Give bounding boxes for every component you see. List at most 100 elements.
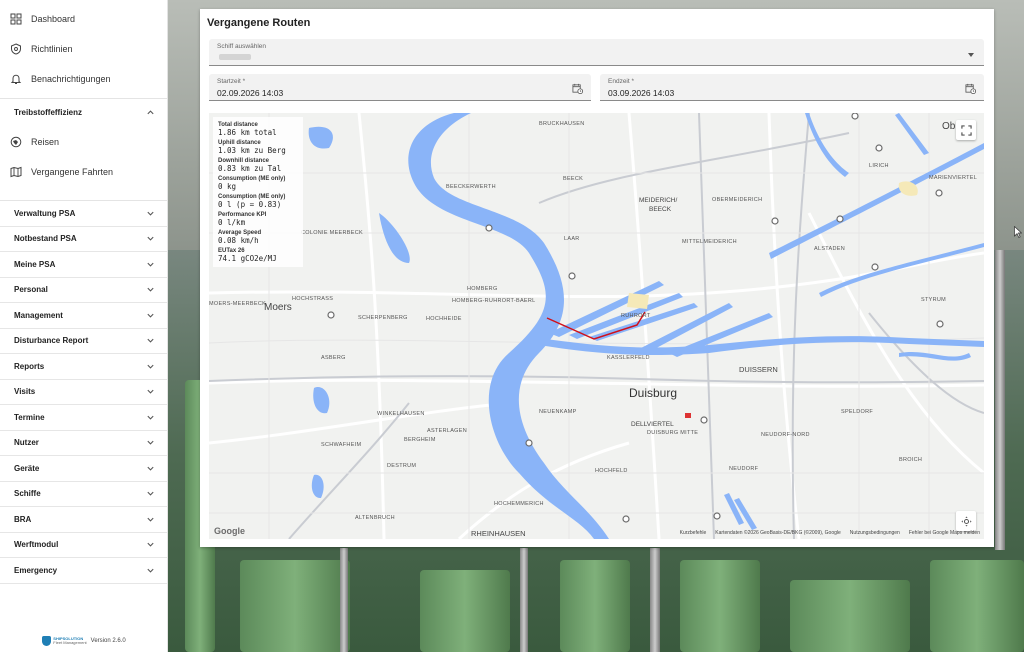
town-meiderich: MEIDERICH/	[639, 197, 678, 204]
sidebar-item-label: Richtlinien	[31, 44, 73, 54]
sidebar-group-nutzer[interactable]: Nutzer	[0, 431, 167, 456]
map-data-credit: Kartendaten ©2026 GeoBasis-DE/BKG (©2009…	[715, 530, 841, 536]
sidebar-group-label: Schiffe	[14, 489, 41, 499]
sidebar-group-reports[interactable]: Reports	[0, 354, 167, 380]
map-icon	[10, 166, 22, 178]
sidebar-group-label: Geräte	[14, 463, 40, 473]
chevron-down-icon	[147, 492, 154, 496]
chevron-down-icon	[147, 441, 154, 445]
sidebar-item-label: Dashboard	[31, 14, 76, 24]
stat-value: 1.03 km zu Berg	[218, 146, 286, 155]
town-moers: Moers	[264, 302, 292, 313]
sidebar-group-label: Nutzer	[14, 438, 39, 448]
map-place-label: BEECKERWERTH	[446, 184, 496, 190]
travel-icon	[10, 136, 22, 148]
stat-value: 0 l/km	[218, 218, 246, 227]
town-duissern: DUISSERN	[739, 365, 778, 374]
sidebar-group-label: Werftmodul	[14, 540, 59, 550]
map-place-label: ASBERG	[321, 355, 346, 361]
town-ob: Ob	[942, 121, 956, 132]
town-rheinhausen: RHEINHAUSEN	[471, 529, 526, 538]
chevron-down-icon	[147, 313, 154, 318]
map-place-label: LAAR	[564, 236, 580, 242]
sidebar-item-dashboard[interactable]: Dashboard	[0, 4, 167, 34]
chevron-up-icon	[147, 109, 154, 114]
fullscreen-button[interactable]	[956, 120, 976, 140]
stat-value: 0 kg	[218, 182, 237, 191]
camera-control-icon	[960, 515, 972, 527]
map-place-label: WINKELHAUSEN	[377, 411, 425, 417]
sidebar-groups: Verwaltung PSA Notbestand PSA Meine PSA Per…	[0, 201, 167, 584]
map-place-label: HOCHFELD	[595, 468, 628, 474]
map-attribution: Kurzbefehle Kartendaten ©2026 GeoBasis-D…	[680, 530, 980, 536]
sidebar-group-meine-psa[interactable]: Meine PSA	[0, 252, 167, 278]
map-place-label: STYRUM	[921, 297, 947, 303]
ship-select-value	[219, 54, 251, 60]
map-place-label: BEECK	[563, 176, 584, 182]
start-time-value: 02.09.2026 14:03	[217, 88, 284, 98]
town-beeck: BEECK	[649, 206, 672, 213]
chevron-down-icon	[147, 288, 154, 292]
sidebar-group-termine[interactable]: Termine	[0, 405, 167, 431]
stat-value: 0 l (p = 0.83)	[218, 200, 282, 209]
terms-link[interactable]: Nutzungsbedingungen	[850, 530, 900, 536]
version-label: Version 2.6.0	[90, 638, 126, 644]
sidebar-group-ger-te[interactable]: Geräte	[0, 456, 167, 482]
sidebar-group-bra[interactable]: BRA	[0, 507, 167, 533]
sidebar-item-label: Reisen	[31, 137, 60, 147]
sidebar-group-label: Meine PSA	[14, 259, 56, 269]
map-place-label: NEUENKAMP	[539, 409, 577, 415]
sidebar-group-werftmodul[interactable]: Werftmodul	[0, 533, 167, 558]
ship-select-label: Schiff auswählen	[217, 43, 267, 50]
map-place-label: HOMBERG-RUHRORT-BAERL	[452, 298, 536, 304]
sidebar-group-personal[interactable]: Personal	[0, 278, 167, 303]
map-place-label: NEUDORF-NORD	[761, 432, 810, 438]
sidebar-item-reisen[interactable]: Reisen	[0, 127, 167, 157]
sidebar-group-emergency[interactable]: Emergency	[0, 558, 167, 584]
end-time-label: Endzeit *	[608, 78, 635, 85]
stat-value: 1.86 km total	[218, 128, 277, 137]
calendar-clock-icon[interactable]	[965, 83, 976, 94]
start-time-field[interactable]: Startzeit * 02.09.2026 14:03	[209, 74, 591, 101]
fullscreen-icon	[960, 124, 972, 136]
map-place-label: BROICH	[899, 457, 923, 463]
sidebar-group-management[interactable]: Management	[0, 303, 167, 329]
end-time-value: 03.09.2026 14:03	[608, 88, 675, 98]
map-place-label: MOERS-MEERBECK	[209, 301, 267, 307]
camera-control-button[interactable]	[956, 511, 976, 531]
sidebar-group-label: Reports	[14, 361, 45, 371]
sidebar-item-benachrichtigungen[interactable]: Benachrichtigungen	[0, 64, 167, 94]
ship-select[interactable]: Schiff auswählen	[209, 39, 984, 66]
dropdown-caret-icon	[968, 53, 974, 57]
stat-value: 74.1 gCO2e/MJ	[218, 254, 277, 263]
sidebar-item-richtlinien[interactable]: Richtlinien	[0, 34, 167, 64]
sidebar-group-label: Verwaltung PSA	[14, 208, 76, 218]
sidebar-group-verwaltung-psa[interactable]: Verwaltung PSA	[0, 201, 167, 227]
town-dellviertel: DELLVIERTEL	[631, 421, 674, 428]
sidebar-item-vergangene-fahrten[interactable]: Vergangene Fahrten	[0, 157, 167, 187]
route-map[interactable]: BRUCKHAUSEN BEECKERWERTH BEECK LIRICH MARIEN…	[209, 113, 984, 539]
shortcuts-link[interactable]: Kurzbefehle	[680, 530, 707, 536]
sidebar-group-label: Management	[14, 310, 63, 320]
chevron-down-icon	[147, 517, 154, 522]
sidebar-group-label: Disturbance Report	[14, 336, 89, 346]
sidebar-group-label: Notbestand PSA	[14, 234, 77, 244]
map-place-label: MITTELMEIDERICH	[682, 239, 737, 245]
calendar-clock-icon[interactable]	[572, 83, 583, 94]
sidebar-group-schiffe[interactable]: Schiffe	[0, 482, 167, 507]
map-place-label: DESTRUM	[387, 463, 417, 469]
chevron-down-icon	[147, 211, 154, 216]
map-place-label: ALTENBRUCH	[355, 515, 395, 521]
section-treibstoffeffizienz[interactable]: Treibstoffeffizienz	[0, 99, 167, 125]
chevron-down-icon	[147, 568, 154, 573]
map-place-label: ALSTADEN	[814, 246, 846, 252]
stat-value: 0.83 km zu Tal	[218, 164, 282, 173]
sidebar-group-visits[interactable]: Visits	[0, 380, 167, 405]
sidebar-item-label: Vergangene Fahrten	[31, 167, 114, 177]
sidebar: Dashboard Richtlinien Benachrichtigungen…	[0, 0, 168, 652]
map-base	[209, 113, 984, 539]
sidebar-group-notbestand-psa[interactable]: Notbestand PSA	[0, 227, 167, 252]
end-time-field[interactable]: Endzeit * 03.09.2026 14:03	[600, 74, 984, 101]
report-error-link[interactable]: Fehler bei Google Maps melden	[909, 530, 980, 536]
sidebar-group-disturbance-report[interactable]: Disturbance Report	[0, 329, 167, 354]
